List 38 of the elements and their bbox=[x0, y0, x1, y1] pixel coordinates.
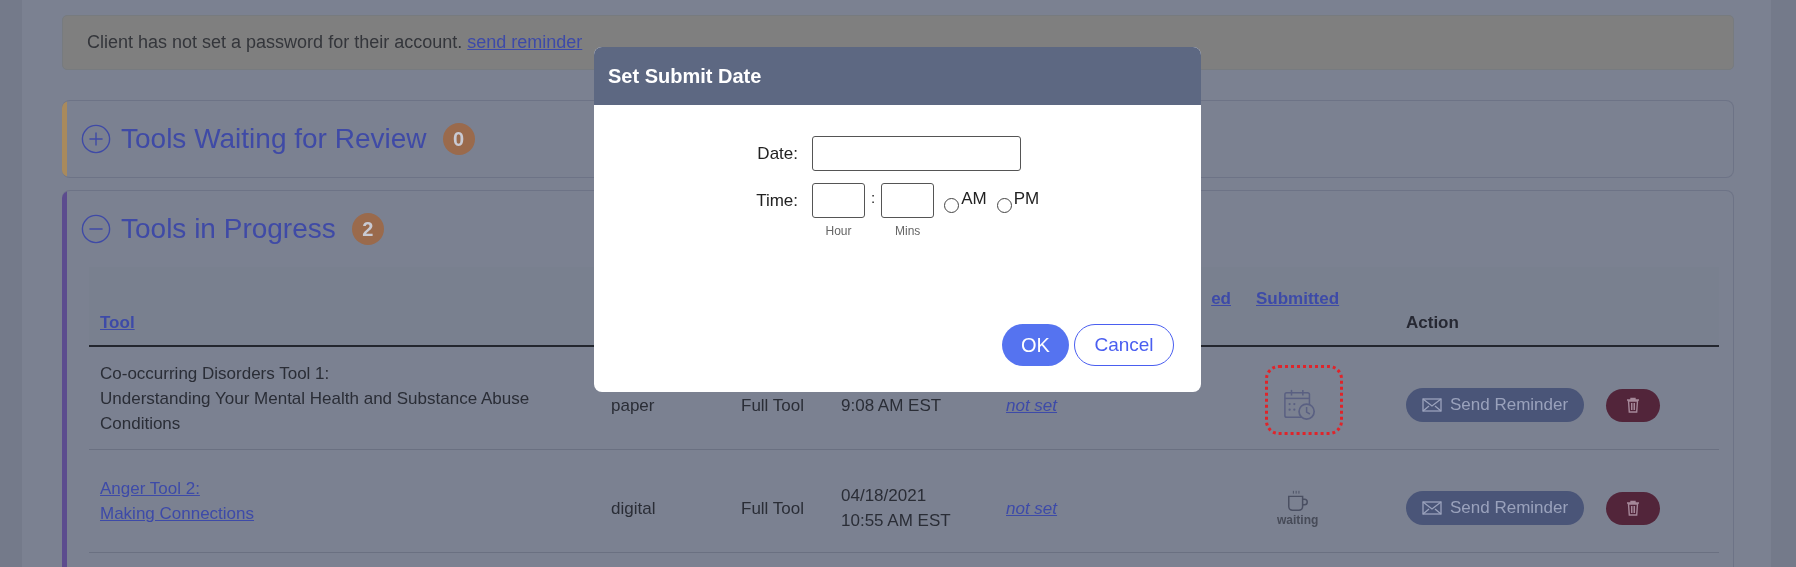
date-field[interactable] bbox=[812, 136, 1021, 171]
time-label: Time: bbox=[755, 191, 798, 211]
envelope-icon bbox=[1422, 501, 1442, 515]
date-cell-text: 04/18/2021 10:55 AM EST bbox=[841, 485, 951, 532]
radio-label[interactable]: PM bbox=[1013, 189, 1040, 209]
minutes-field[interactable] bbox=[881, 183, 935, 218]
due-date-link[interactable]: not set bbox=[1006, 495, 1058, 521]
type-cell-text: Full Tool bbox=[741, 394, 804, 417]
type-cell-text: Full Tool bbox=[741, 497, 804, 520]
cancel-button[interactable]: Cancel bbox=[1074, 324, 1174, 366]
notice-text: Client has not set a password for their account. bbox=[87, 32, 463, 53]
envelope-icon bbox=[1422, 398, 1442, 412]
status-label: waiting bbox=[1277, 513, 1319, 527]
minutes-hint: Mins bbox=[895, 224, 921, 238]
delete-button[interactable] bbox=[1606, 491, 1661, 525]
hour-field[interactable] bbox=[812, 183, 865, 218]
date-label: Date: bbox=[756, 144, 798, 164]
trash-icon bbox=[1626, 500, 1641, 516]
format-cell-text: digital bbox=[611, 497, 656, 520]
trash-icon bbox=[1626, 397, 1641, 413]
delete-button[interactable] bbox=[1606, 388, 1661, 422]
panel-title[interactable]: Tools in Progress bbox=[121, 213, 336, 245]
date-cell-text: 9:08 AM EST bbox=[841, 394, 942, 417]
ok-button[interactable]: OK bbox=[1002, 324, 1069, 366]
dialog-title: Set Submit Date bbox=[594, 47, 1201, 105]
count-badge: 2 bbox=[351, 213, 384, 245]
tool-name: Co-occurring Disorders Tool 1: Understanding Your Mental Health and Substance Abuse Conditions bbox=[100, 362, 531, 435]
count-badge: 0 bbox=[442, 123, 475, 155]
send-reminder-link[interactable]: send reminder bbox=[467, 32, 583, 53]
hour-hint: Hour bbox=[825, 224, 852, 238]
send-reminder-button[interactable]: Send Reminder bbox=[1406, 388, 1585, 422]
send-reminder-button[interactable]: Send Reminder bbox=[1406, 491, 1585, 525]
due-date-link[interactable]: not set bbox=[1006, 392, 1058, 418]
format-cell-text: paper bbox=[611, 394, 655, 417]
radio-label[interactable]: AM bbox=[961, 189, 987, 209]
tool-link[interactable]: Anger Tool 2: Making Connections bbox=[100, 476, 255, 526]
panel-title[interactable]: Tools Waiting for Review bbox=[121, 123, 427, 155]
time-separator: : bbox=[871, 189, 876, 206]
